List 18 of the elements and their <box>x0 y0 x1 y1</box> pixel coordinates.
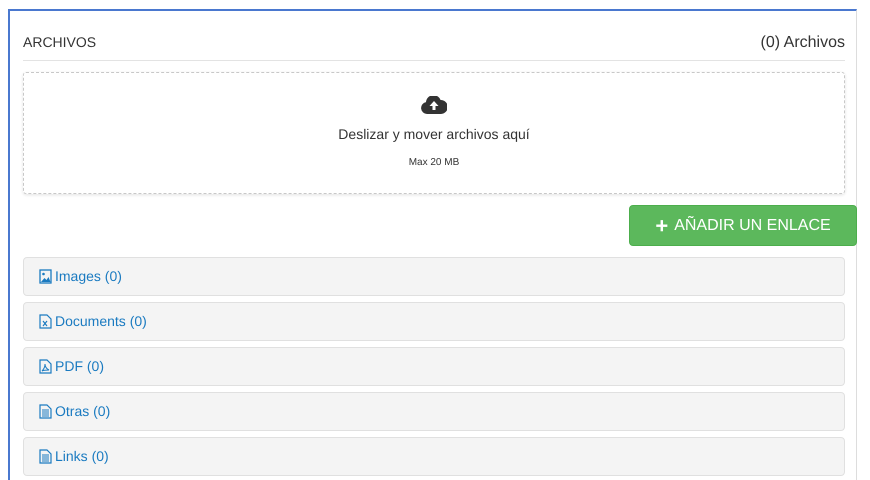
dropzone-text: Deslizar y mover archivos aquí <box>338 125 530 144</box>
document-file-icon <box>39 314 52 329</box>
text-file-icon <box>39 449 52 464</box>
plus-icon: + <box>655 214 668 236</box>
text-file-icon <box>39 404 52 419</box>
group-link[interactable]: Links (0) <box>39 446 109 467</box>
size-limit: Max 20 MB <box>408 156 460 170</box>
cloud-upload-icon <box>421 96 447 114</box>
image-file-icon <box>39 269 52 284</box>
dropzone[interactable]: Deslizar y mover archivos aquí Max 20 MB <box>23 72 845 194</box>
panel-title: ARCHIVOS <box>23 33 96 52</box>
group-link[interactable]: PDF (0) <box>39 356 104 377</box>
file-count: (0) Archivos <box>760 32 845 52</box>
group-link[interactable]: Otras (0) <box>39 401 110 422</box>
group-link[interactable]: Documents (0) <box>39 311 147 332</box>
group-link[interactable]: Images (0) <box>39 266 122 287</box>
add-link-button[interactable]: + AÑADIR UN ENLACE <box>629 205 857 246</box>
pdf-file-icon <box>39 359 52 374</box>
